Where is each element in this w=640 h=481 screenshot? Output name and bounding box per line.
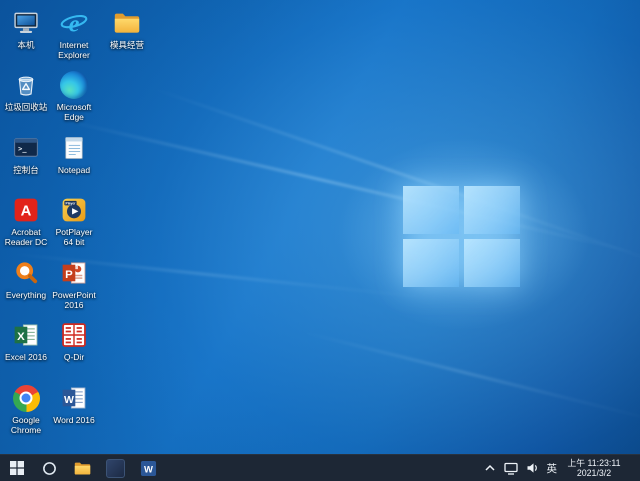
recycle-bin-icon <box>11 70 41 100</box>
taskbar: W 英 上午 11:23:11 2021/3/2 <box>0 454 640 481</box>
svg-text:P: P <box>65 269 73 281</box>
word-taskbar-icon: W <box>140 460 157 476</box>
desktop-icon-potplayer[interactable]: Player PotPlayer 64 bit <box>50 195 98 255</box>
everything-icon <box>11 258 41 288</box>
pinned-app-button[interactable] <box>99 455 132 481</box>
clock-time: 上午 11:23:11 <box>567 458 621 468</box>
svg-text:X: X <box>17 331 25 343</box>
svg-text:>_: >_ <box>18 145 27 153</box>
desktop-icon-qdir[interactable]: Q-Dir <box>50 320 98 380</box>
system-tray: 英 上午 11:23:11 2021/3/2 <box>484 455 640 481</box>
edge-icon <box>59 70 89 100</box>
light-beam <box>299 330 640 425</box>
file-explorer-icon <box>74 462 91 475</box>
svg-text:W: W <box>144 464 153 475</box>
desktop-icon-label: 模具经营 <box>109 40 144 50</box>
desktop-icon-label: PotPlayer 64 bit <box>55 227 93 248</box>
desktop-icon-microsoft-edge[interactable]: Microsoft Edge <box>50 70 98 130</box>
tray-chevron-up-button[interactable] <box>484 463 496 473</box>
potplayer-icon: Player <box>59 195 89 225</box>
desktop-icon-label: Acrobat Reader DC <box>4 227 48 248</box>
acrobat-reader-icon: A <box>11 195 41 225</box>
windows-logo-pane <box>403 239 459 287</box>
ime-indicator[interactable]: 英 <box>547 461 558 476</box>
search-button[interactable] <box>33 455 66 481</box>
svg-text:e: e <box>69 10 80 37</box>
desktop-icon-chrome[interactable]: Google Chrome <box>2 383 50 443</box>
desktop-icon-this-pc[interactable]: 本机 <box>2 8 50 68</box>
desktop-icon-everything[interactable]: Everything <box>2 258 50 318</box>
desktop-icon-label: Everything <box>5 290 47 300</box>
svg-text:A: A <box>21 204 32 220</box>
desktop-icon-internet-explorer[interactable]: e Internet Explorer <box>50 8 98 68</box>
desktop-icon-label: Word 2016 <box>53 415 95 425</box>
svg-text:Player: Player <box>66 201 77 205</box>
notepad-icon <box>59 133 89 163</box>
svg-text:W: W <box>64 394 74 406</box>
word-taskbar-button[interactable]: W <box>132 455 165 481</box>
volume-tray-button[interactable] <box>526 462 539 474</box>
search-icon <box>43 461 56 475</box>
desktop-icon-acrobat-reader[interactable]: A Acrobat Reader DC <box>2 195 50 255</box>
console-icon: >_ <box>11 133 41 163</box>
desktop-icon-label: Q-Dir <box>63 352 85 362</box>
speaker-icon <box>527 463 537 473</box>
desktop-icon-excel[interactable]: X Excel 2016 <box>2 320 50 380</box>
desktop-icon-folder[interactable]: 模具经营 <box>103 8 151 68</box>
desktop-icon-label: Internet Explorer <box>58 40 90 61</box>
network-icon <box>503 462 518 475</box>
pinned-app-icon <box>106 458 125 478</box>
network-tray-button[interactable] <box>503 462 518 475</box>
excel-icon: X <box>11 320 41 350</box>
desktop-icon-label: PowerPoint 2016 <box>52 290 96 311</box>
windows-desktop: 本机 e Internet Explorer 模具经营 垃圾回收站 Micros… <box>0 0 640 481</box>
desktop-icon-label: 垃圾回收站 <box>4 102 48 112</box>
desktop-icon-notepad[interactable]: Notepad <box>50 133 98 193</box>
windows-start-icon <box>9 461 24 475</box>
desktop-icon-powerpoint[interactable]: P PowerPoint 2016 <box>50 258 98 318</box>
word-icon: W <box>59 383 89 413</box>
powerpoint-icon: P <box>59 258 89 288</box>
taskbar-clock[interactable]: 上午 11:23:11 2021/3/2 <box>565 458 623 478</box>
windows-logo-pane <box>403 186 459 234</box>
qdir-icon <box>59 320 89 350</box>
desktop-icon-label: Excel 2016 <box>4 352 48 362</box>
desktop-icon-label: 控制台 <box>13 165 39 175</box>
desktop-icon-label: Microsoft Edge <box>56 102 92 123</box>
this-pc-icon <box>11 8 41 38</box>
desktop-icon-label: Google Chrome <box>10 415 42 436</box>
desktop-icon-console[interactable]: >_ 控制台 <box>2 133 50 193</box>
chevron-up-icon <box>484 464 495 471</box>
file-explorer-button[interactable] <box>66 455 99 481</box>
desktop-icon-label: 本机 <box>17 40 35 50</box>
windows-logo <box>403 186 520 287</box>
desktop-icon-label: Notepad <box>57 165 91 175</box>
start-button[interactable] <box>0 455 33 481</box>
clock-date: 2021/3/2 <box>576 468 612 478</box>
desktop-icon-recycle-bin[interactable]: 垃圾回收站 <box>2 70 50 130</box>
chrome-icon <box>11 383 41 413</box>
folder-icon <box>112 8 142 38</box>
windows-logo-pane <box>464 186 520 234</box>
windows-logo-pane <box>464 239 520 287</box>
internet-explorer-icon: e <box>59 8 89 38</box>
desktop-icon-word[interactable]: W Word 2016 <box>50 383 98 443</box>
